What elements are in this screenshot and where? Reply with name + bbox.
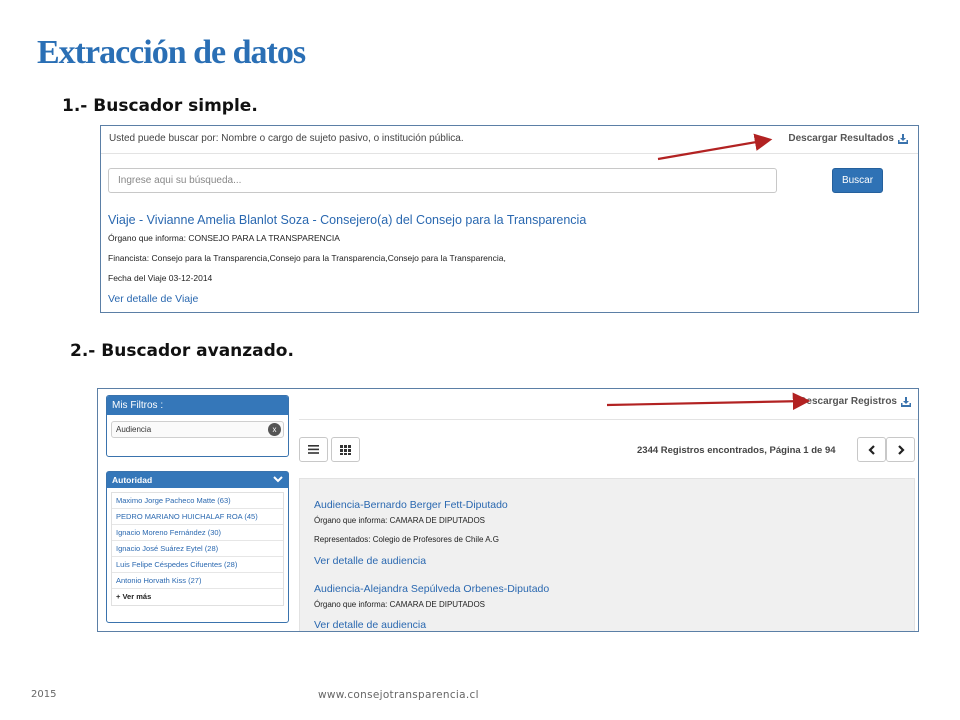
records-count: 2344 Registros encontrados, Página 1 de … — [637, 445, 836, 456]
result-detail-link[interactable]: Ver detalle de audiencia — [314, 555, 426, 567]
chevron-left-icon — [867, 444, 875, 455]
autoridad-item[interactable]: Antonio Horvath Kiss (27) — [112, 573, 283, 589]
autoridad-list: Maximo Jorge Pacheco Matte (63) PEDRO MA… — [111, 492, 284, 606]
result-detail-link[interactable]: Ver detalle de Viaje — [108, 293, 198, 305]
remove-filter-icon[interactable]: x — [268, 423, 281, 436]
search-input[interactable] — [108, 168, 777, 193]
download-results-label: Descargar Resultados — [788, 133, 894, 144]
grid-view-button[interactable] — [331, 437, 360, 462]
result-organo: Órgano que informa: CAMARA DE DIPUTADOS — [314, 600, 486, 609]
divider — [299, 419, 918, 420]
footer-year: 2015 — [31, 689, 57, 700]
result-fecha: Fecha del Viaje 03-12-2014 — [108, 273, 213, 283]
section-heading-simple: 1.- Buscador simple. — [62, 96, 258, 116]
section-heading-advanced: 2.- Buscador avanzado. — [70, 341, 294, 361]
result-representados: Representados: Colegio de Profesores de … — [314, 535, 499, 544]
filters-header: Mis Filtros : — [107, 396, 288, 415]
download-records-link[interactable]: Descargar Registros — [799, 396, 911, 407]
autoridad-header[interactable]: Autoridad — [107, 472, 288, 488]
result-detail-link[interactable]: Ver detalle de audiencia — [314, 619, 426, 631]
list-icon — [308, 445, 319, 454]
autoridad-item[interactable]: Luis Felipe Céspedes Cifuentes (28) — [112, 557, 283, 573]
chevron-down-icon — [273, 476, 283, 483]
download-icon — [898, 133, 908, 144]
filters-box: Mis Filtros : Audiencia x — [106, 395, 289, 457]
result-title-link[interactable]: Audiencia-Alejandra Sepúlveda Orbenes-Di… — [314, 583, 549, 595]
active-filter-label: Audiencia — [116, 425, 152, 434]
download-records-label: Descargar Registros — [799, 396, 897, 407]
active-filter-chip: Audiencia x — [111, 421, 284, 438]
slide-title: Extracción de datos — [37, 34, 306, 71]
search-button[interactable]: Buscar — [832, 168, 883, 193]
autoridad-item[interactable]: Ignacio Moreno Fernández (30) — [112, 525, 283, 541]
simple-search-panel: Usted puede buscar por: Nombre o cargo d… — [100, 125, 919, 313]
autoridad-item[interactable]: Ignacio José Suárez Eytel (28) — [112, 541, 283, 557]
autoridad-title: Autoridad — [112, 475, 153, 485]
next-page-button[interactable] — [886, 437, 915, 462]
advanced-results-main: Descargar Registros 2344 Registros encon… — [299, 389, 918, 631]
simple-search-topbar: Usted puede buscar por: Nombre o cargo d… — [101, 126, 918, 154]
download-icon — [901, 396, 911, 407]
results-list: Audiencia-Bernardo Berger Fett-Diputado … — [299, 478, 915, 631]
download-results-link[interactable]: Descargar Resultados — [788, 133, 908, 144]
result-organo: Órgano que informa: CAMARA DE DIPUTADOS — [314, 516, 486, 525]
autoridad-filter-box: Autoridad Maximo Jorge Pacheco Matte (63… — [106, 471, 289, 623]
autoridad-item[interactable]: PEDRO MARIANO HUICHALAF ROA (45) — [112, 509, 283, 525]
grid-icon — [340, 444, 351, 455]
result-title-link[interactable]: Audiencia-Bernardo Berger Fett-Diputado — [314, 499, 508, 511]
footer-url: www.consejotransparencia.cl — [318, 689, 479, 701]
result-organo: Órgano que informa: CONSEJO PARA LA TRAN… — [108, 233, 340, 243]
result-financista: Financista: Consejo para la Transparenci… — [108, 253, 506, 263]
previous-page-button[interactable] — [857, 437, 886, 462]
ver-mas-link[interactable]: + Ver más — [112, 589, 283, 605]
search-hint: Usted puede buscar por: Nombre o cargo d… — [109, 133, 464, 144]
list-view-button[interactable] — [299, 437, 328, 462]
result-title-link[interactable]: Viaje - Vivianne Amelia Blanlot Soza - C… — [108, 213, 586, 227]
autoridad-item[interactable]: Maximo Jorge Pacheco Matte (63) — [112, 493, 283, 509]
advanced-search-panel: Mis Filtros : Audiencia x Autoridad Maxi… — [97, 388, 919, 632]
chevron-right-icon — [897, 444, 905, 455]
